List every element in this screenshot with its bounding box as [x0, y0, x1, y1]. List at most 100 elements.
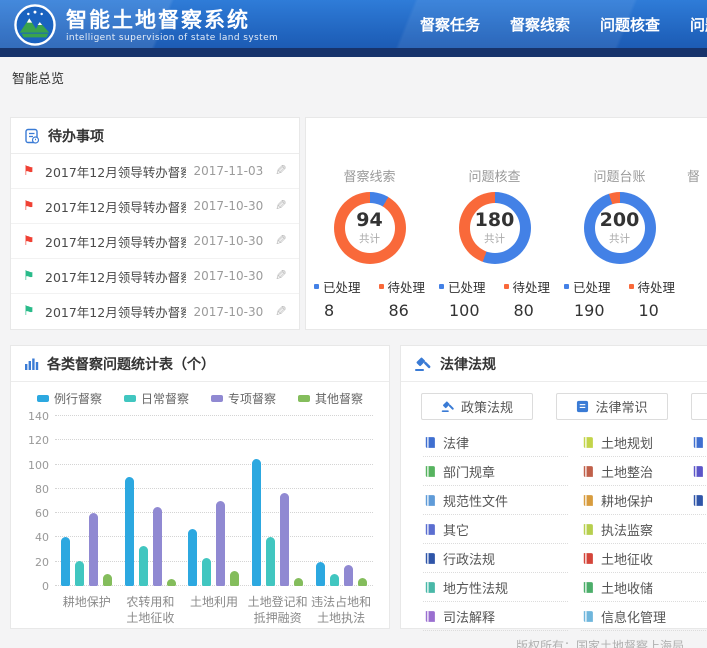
bar-例行督察	[61, 537, 70, 586]
edit-pencil-icon[interactable]: ✎	[275, 304, 287, 320]
bar-专项督察	[216, 501, 225, 586]
donut-pending: 待处理86	[379, 277, 426, 320]
edit-pencil-icon[interactable]: ✎	[275, 233, 287, 249]
y-axis-tick: 120	[19, 434, 49, 447]
donut-processed-value: 100	[439, 301, 486, 320]
law-item-label: 土地收储	[601, 578, 653, 597]
edit-pencil-icon[interactable]: ✎	[275, 268, 287, 284]
donut-processed-value: 8	[314, 301, 361, 320]
donut-title: 督	[683, 166, 707, 185]
todo-item-text: 2017年12月领导转办督察线索	[45, 232, 186, 251]
todo-item-date: 2017-10-30	[194, 199, 264, 213]
law-column-extra	[691, 428, 707, 515]
law-item[interactable]: 行政法规	[423, 544, 568, 573]
law-item-label: 执法监察	[601, 520, 653, 539]
law-item[interactable]	[691, 457, 707, 486]
law-item-label: 司法解释	[443, 607, 495, 626]
bar-chart-panel: 各类督察问题统计表（个） 例行督察日常督察专项督察其他督察 0204060801…	[10, 345, 390, 629]
x-axis-label: 土地登记和 抵押融资	[246, 594, 309, 626]
book-icon	[581, 581, 594, 594]
donut-pending-value: 86	[379, 301, 426, 320]
todo-item[interactable]: ⚑2017年12月领导转办督察线索2017-10-30✎	[11, 224, 299, 259]
gavel-icon	[414, 356, 432, 372]
legend-item[interactable]: 日常督察	[124, 390, 189, 407]
law-item[interactable]: 耕地保护	[581, 486, 707, 515]
bar-group	[246, 459, 309, 587]
bar-group	[182, 501, 245, 586]
app-title: 智能土地督察系统	[66, 8, 278, 33]
donut-chart: 问题台账200共计已处理190待处理10	[558, 166, 681, 320]
donut-processed: 已处理190	[564, 277, 611, 320]
bar-group	[310, 562, 373, 586]
law-column-types: 法律部门规章规范性文件其它行政法规地方性法规司法解释	[423, 428, 568, 631]
book-icon	[423, 436, 436, 449]
law-item-label: 信息化管理	[601, 607, 666, 626]
legend-item[interactable]: 专项督察	[211, 390, 276, 407]
law-item[interactable]: 土地收储	[581, 573, 707, 602]
y-axis-tick: 40	[19, 531, 49, 544]
laws-panel: 法律法规 政策法规 法律常识	[400, 345, 707, 629]
donut-pending: 待处理80	[504, 277, 551, 320]
laws-panel-title: 法律法规	[440, 354, 496, 374]
edit-pencil-icon[interactable]: ✎	[275, 163, 287, 179]
nav-item-ledger[interactable]: 问题台账	[690, 14, 707, 35]
nav-item-tasks[interactable]: 督察任务	[420, 14, 480, 35]
y-axis-tick: 100	[19, 459, 49, 472]
law-item-label: 规范性文件	[443, 491, 508, 510]
donut-total-label: 共计	[484, 231, 505, 246]
donut-chart: 问题核查180共计已处理100待处理80	[433, 166, 556, 320]
bar-其他督察	[167, 579, 176, 586]
law-item[interactable]	[691, 428, 707, 457]
law-item-label: 土地规划	[601, 433, 653, 452]
y-axis-tick: 80	[19, 483, 49, 496]
donut-ring: 180共计	[459, 192, 531, 264]
bar-其他督察	[230, 571, 239, 586]
legend-item[interactable]: 其他督察	[298, 390, 363, 407]
edit-pencil-icon[interactable]: ✎	[275, 198, 287, 214]
bar-其他督察	[103, 574, 112, 586]
donut-total: 94	[356, 210, 382, 230]
app-subtitle: intelligent supervision of state land sy…	[66, 33, 278, 43]
todo-item-date: 2017-11-03	[194, 164, 264, 178]
y-axis-tick: 0	[19, 580, 49, 593]
law-item[interactable]: 土地整治	[581, 457, 707, 486]
book-icon	[423, 465, 436, 478]
todo-item[interactable]: ⚑2017年12月领导转办督察线索2017-11-03✎	[11, 154, 299, 189]
flag-icon: ⚑	[23, 235, 37, 248]
todo-item[interactable]: ⚑2017年12月领导转办督察线索2017-10-30✎	[11, 294, 299, 329]
policy-regulations-button[interactable]: 政策法规	[421, 393, 533, 420]
bar-日常督察	[202, 558, 211, 586]
law-item[interactable]: 规范性文件	[423, 486, 568, 515]
donut-total-label: 共计	[609, 231, 630, 246]
page: 智能土地督察系统 intelligent supervision of stat…	[0, 0, 707, 648]
law-item[interactable]: 执法监察	[581, 515, 707, 544]
law-item-label: 土地整治	[601, 462, 653, 481]
todo-item[interactable]: ⚑2017年12月领导转办督察线索2017-10-30✎	[11, 259, 299, 294]
legend-item[interactable]: 例行督察	[37, 390, 102, 407]
law-extra-button[interactable]	[691, 393, 707, 420]
law-item[interactable]	[691, 486, 707, 515]
bar-专项督察	[153, 507, 162, 586]
law-item[interactable]: 司法解释	[423, 602, 568, 631]
y-axis-tick: 140	[19, 410, 49, 423]
law-item[interactable]: 其它	[423, 515, 568, 544]
donut-total: 180	[475, 210, 515, 230]
y-axis-tick: 60	[19, 507, 49, 520]
book-icon	[581, 610, 594, 623]
nav-item-clues[interactable]: 督察线索	[510, 14, 570, 35]
nav-item-verify[interactable]: 问题核查	[600, 14, 660, 35]
todo-item[interactable]: ⚑2017年12月领导转办督察线索2017-10-30✎	[11, 189, 299, 224]
law-item[interactable]: 地方性法规	[423, 573, 568, 602]
gridline: 140	[55, 415, 373, 416]
law-item[interactable]: 土地规划	[581, 428, 707, 457]
legal-knowledge-button[interactable]: 法律常识	[556, 393, 668, 420]
law-item[interactable]: 信息化管理	[581, 602, 707, 631]
todo-item-text: 2017年12月领导转办督察线索	[45, 162, 186, 181]
donut-pending-value: 10	[629, 301, 676, 320]
law-item[interactable]: 部门规章	[423, 457, 568, 486]
donut-pending-value: 80	[504, 301, 551, 320]
law-item-label: 土地征收	[601, 549, 653, 568]
law-item[interactable]: 法律	[423, 428, 568, 457]
law-item[interactable]: 土地征收	[581, 544, 707, 573]
donut-title: 问题核查	[433, 166, 556, 185]
